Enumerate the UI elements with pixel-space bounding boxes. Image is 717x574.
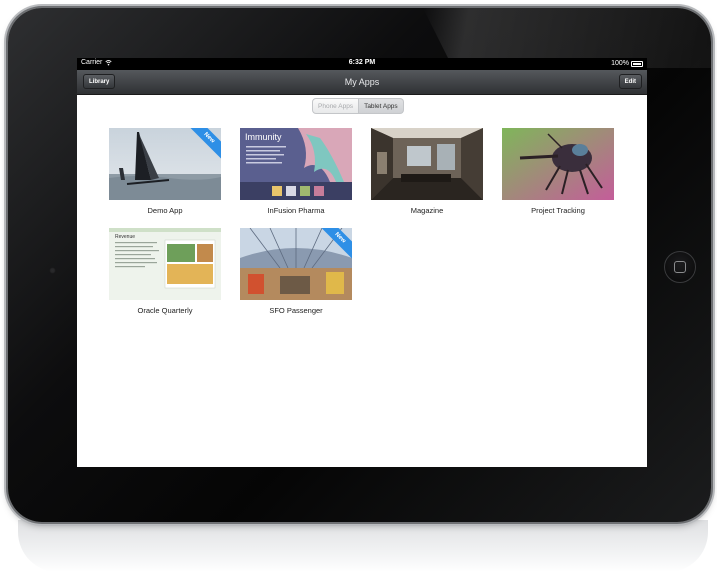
camera-icon bbox=[49, 267, 56, 274]
battery-group: 100% bbox=[611, 60, 643, 67]
app-thumbnail[interactable]: New bbox=[240, 228, 352, 300]
thumb-title: Immunity bbox=[245, 132, 282, 142]
device-reflection bbox=[18, 520, 708, 572]
report-document-image: Revenue bbox=[109, 228, 221, 300]
battery-fill bbox=[633, 62, 641, 65]
segment-tablet-apps[interactable]: Tablet Apps bbox=[359, 98, 404, 114]
status-bar: Carrier 6:32 PM 100% bbox=[77, 58, 647, 70]
library-button[interactable]: Library bbox=[83, 74, 116, 89]
app-label: Project Tracking bbox=[531, 206, 585, 215]
app-thumbnail[interactable]: New bbox=[109, 128, 221, 200]
app-label: Oracle Quarterly bbox=[137, 306, 193, 315]
battery-percent: 100% bbox=[611, 60, 629, 67]
app-thumbnail[interactable] bbox=[502, 128, 614, 200]
app-tile-magazine[interactable]: Magazine bbox=[371, 128, 483, 215]
app-label: SFO Passenger bbox=[269, 306, 323, 315]
page-title: My Apps bbox=[344, 77, 380, 87]
app-label: Demo App bbox=[147, 206, 183, 215]
app-thumbnail[interactable]: Revenue bbox=[109, 228, 221, 300]
edit-button[interactable]: Edit bbox=[618, 74, 642, 89]
app-label: InFusion Pharma bbox=[267, 206, 325, 215]
segmented-control: Phone Apps Tablet Apps bbox=[312, 98, 404, 114]
app-thumbnail[interactable]: Immunity bbox=[240, 128, 352, 200]
app-label: Magazine bbox=[410, 206, 444, 215]
app-screen: Carrier 6:32 PM 100% Library My Apps Edi… bbox=[77, 58, 647, 467]
home-square-icon bbox=[674, 261, 686, 273]
app-tile-infusion-pharma[interactable]: Immunity InFusion Pharma bbox=[240, 128, 352, 215]
app-tile-project-tracking[interactable]: Project Tracking bbox=[502, 128, 614, 215]
home-button[interactable] bbox=[664, 251, 696, 283]
segment-phone-apps[interactable]: Phone Apps bbox=[312, 98, 360, 114]
weevil-insect-image bbox=[502, 128, 614, 200]
app-tile-sfo-passenger[interactable]: New SFO Passenger bbox=[240, 228, 352, 315]
thumb-title: Revenue bbox=[115, 234, 135, 240]
app-tile-oracle-quarterly[interactable]: Revenue Oracle Quarterly bbox=[109, 228, 221, 315]
interior-room-image bbox=[371, 128, 483, 200]
app-thumbnail[interactable] bbox=[371, 128, 483, 200]
navigation-bar: Library My Apps Edit bbox=[77, 70, 647, 95]
status-time: 6:32 PM bbox=[348, 59, 376, 66]
battery-icon bbox=[631, 60, 643, 67]
app-tile-demo-app[interactable]: New Demo App bbox=[109, 128, 221, 215]
immunity-presentation-image: Immunity bbox=[240, 128, 352, 200]
